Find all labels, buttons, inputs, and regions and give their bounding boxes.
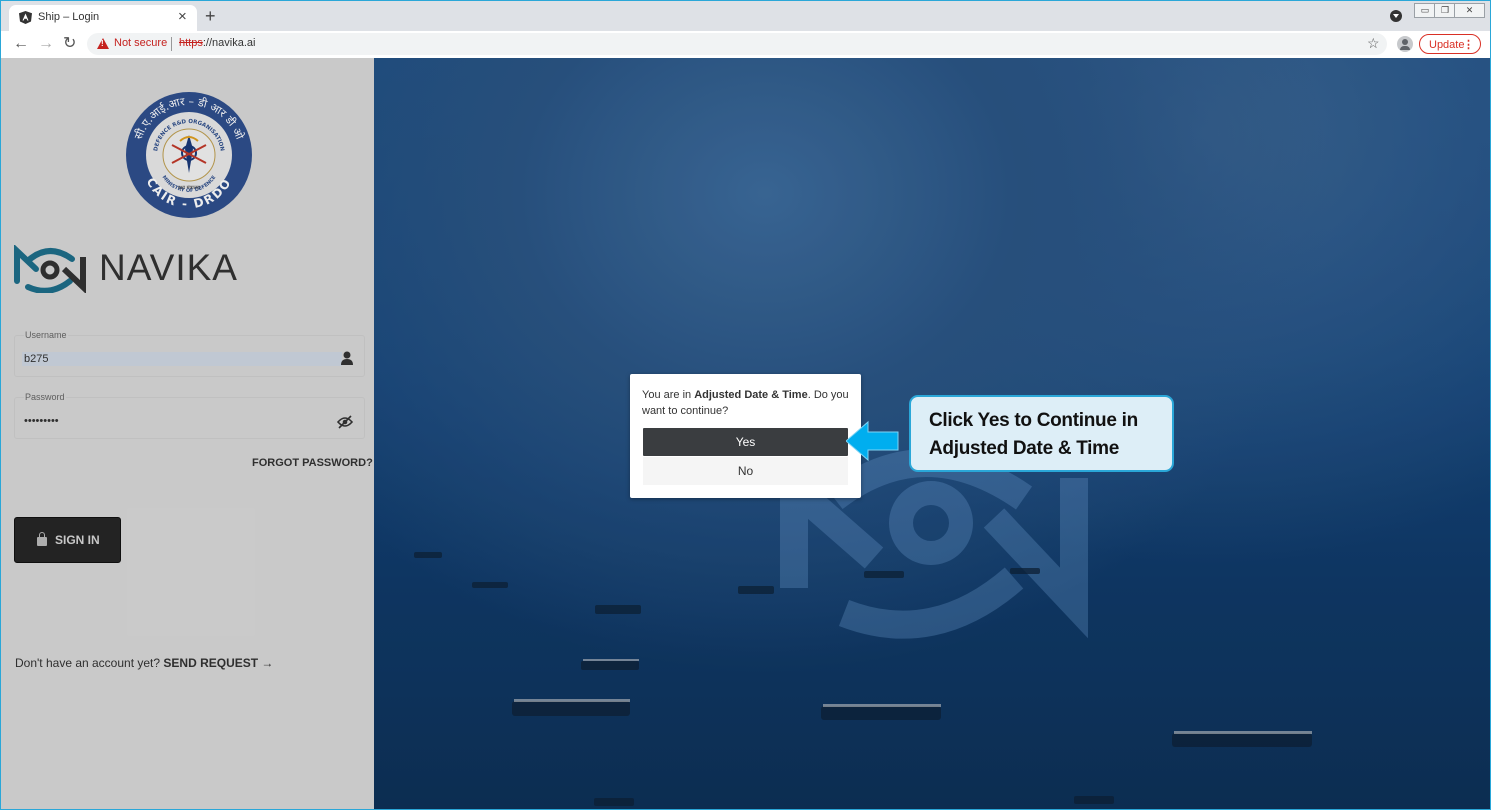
annotation-callout: Click Yes to Continue in Adjusted Date &… xyxy=(909,395,1174,472)
address-separator xyxy=(171,37,172,51)
browser-tab-bar: Ship – Login × + ▭ ❐ ✕ xyxy=(1,1,1490,31)
annotation-text: Click Yes to Continue in Adjusted Date &… xyxy=(929,407,1138,463)
address-bar[interactable]: Not secure https://navika.ai ☆ xyxy=(87,33,1387,55)
annotation-line-1: Click Yes to Continue in xyxy=(929,410,1138,431)
page-content: सी.ए.आई.आर – डी आर डी ओ CAIR - DRDO DEFE… xyxy=(1,58,1490,809)
new-tab-icon[interactable]: + xyxy=(205,5,216,27)
forward-arrow-icon[interactable]: → xyxy=(38,35,54,53)
pointer-arrow-icon xyxy=(846,420,899,462)
adjusted-time-dialog: You are in Adjusted Date & Time. Do you … xyxy=(630,374,861,498)
not-secure-label: Not secure xyxy=(114,37,168,49)
no-button[interactable]: No xyxy=(643,457,848,485)
reload-icon[interactable]: ↻ xyxy=(63,35,76,53)
warning-icon xyxy=(97,38,109,49)
yes-button[interactable]: Yes xyxy=(643,428,848,456)
update-label: Update xyxy=(1429,39,1465,51)
dialog-message-bold: Adjusted Date & Time xyxy=(694,389,808,401)
angular-favicon-icon xyxy=(19,11,32,24)
browser-toolbar: ← → ↻ Not secure https://navika.ai ☆ xyxy=(1,31,1490,59)
restore-icon[interactable]: ❐ xyxy=(1434,3,1456,18)
tab-title: Ship – Login xyxy=(38,11,100,23)
update-button[interactable]: Update ⋮ xyxy=(1419,34,1481,54)
dialog-message-start: You are in xyxy=(642,389,695,401)
close-window-icon[interactable]: ✕ xyxy=(1454,3,1485,18)
tab-search-icon[interactable] xyxy=(1390,10,1402,22)
screenshot-frame: Ship – Login × + ▭ ❐ ✕ ← → ↻ Not secure … xyxy=(0,0,1491,810)
dialog-message: You are in Adjusted Date & Time. Do you … xyxy=(642,387,850,419)
url-text: https://navika.ai xyxy=(179,37,255,49)
profile-avatar-icon[interactable] xyxy=(1397,36,1413,52)
minimize-icon[interactable]: ▭ xyxy=(1414,3,1436,18)
annotation-line-2: Adjusted Date & Time xyxy=(929,438,1120,459)
bookmark-star-icon[interactable]: ☆ xyxy=(1367,35,1380,52)
menu-dots-icon: ⋮ xyxy=(1463,39,1474,51)
back-arrow-icon[interactable]: ← xyxy=(13,35,29,53)
url-scheme: https xyxy=(179,37,203,49)
browser-tab[interactable]: Ship – Login × xyxy=(9,5,197,31)
tab-close-icon[interactable]: × xyxy=(178,8,187,26)
url-rest: ://navika.ai xyxy=(202,37,256,49)
